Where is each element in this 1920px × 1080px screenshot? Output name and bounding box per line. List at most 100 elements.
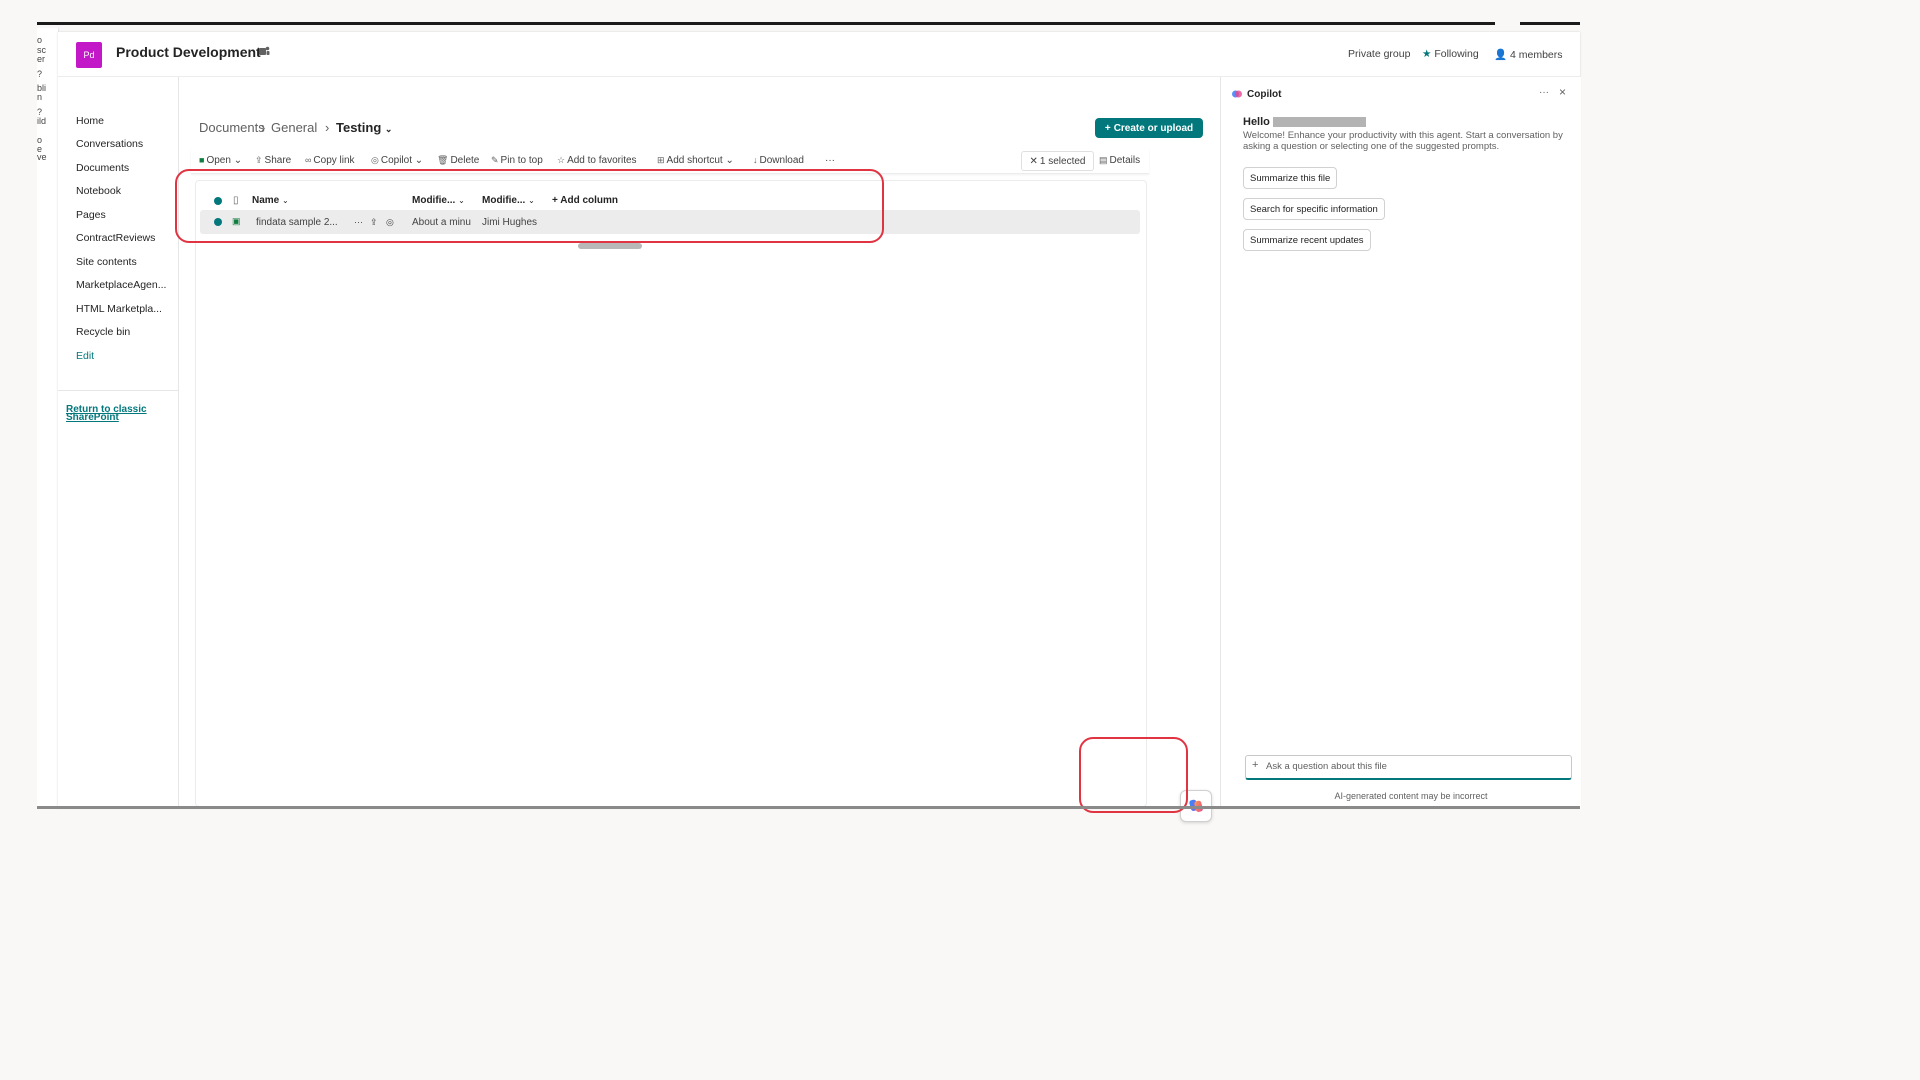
shortcut-icon: ⊞ <box>657 155 665 165</box>
share-label: Share <box>264 155 292 166</box>
nav-item-documents[interactable]: Documents <box>76 162 176 174</box>
nav-item-site-contents[interactable]: Site contents <box>76 256 176 268</box>
add-to-favorites-button[interactable]: ☆ Add to favorites <box>557 155 637 166</box>
copilot-hello: Hello <box>1243 116 1270 128</box>
site-logo[interactable]: Pd <box>76 42 102 68</box>
clipped-text: ve <box>37 152 47 162</box>
highlight-annotation <box>1079 737 1188 813</box>
clipped-text: ? <box>37 69 43 79</box>
ai-disclaimer: AI-generated content may be incorrect <box>1334 791 1488 801</box>
share-icon: ⇪ <box>255 155 263 165</box>
clipped-text: bli <box>37 83 47 93</box>
bottom-border <box>37 806 1580 809</box>
nav-item-pages[interactable]: Pages <box>76 209 176 221</box>
site-title[interactable]: Product Development <box>116 44 261 60</box>
chevron-right-icon: › <box>261 120 266 135</box>
clipped-text: er <box>37 54 46 64</box>
clipped-text: o <box>37 35 43 45</box>
details-button[interactable]: ▤ Details <box>1099 155 1140 166</box>
following-button[interactable]: ★ Following <box>1422 48 1479 60</box>
copilot-more-button[interactable]: ··· <box>1539 87 1549 98</box>
chevron-right-icon: › <box>325 120 330 135</box>
more-commands-button[interactable]: ··· <box>825 155 835 166</box>
highlight-annotation <box>175 169 884 243</box>
add-shortcut-button[interactable]: ⊞ Add shortcut ⌄ <box>657 155 734 166</box>
nav-item-recycle-bin[interactable]: Recycle bin <box>76 326 176 338</box>
file-list: ▯ Name ⌄ Modifie... ⌄ Modifie... ⌄ + Add… <box>195 180 1147 807</box>
copilot-title: Copilot <box>1247 89 1282 100</box>
clipped-text: o <box>37 135 43 145</box>
breadcrumb-current-label: Testing <box>336 120 382 135</box>
copilot-panel: Copilot ··· × Hello Welcome! Enhance you… <box>1220 77 1581 809</box>
document-library: Documents › General › Testing ⌄ + Create… <box>175 77 1219 809</box>
copilot-label: Copilot <box>380 155 412 166</box>
copy-link-label: Copy link <box>313 155 355 166</box>
trash-icon: 🗑 <box>437 155 449 165</box>
prompt-search-info[interactable]: Search for specific information <box>1243 198 1385 220</box>
copilot-command-button[interactable]: ◎ Copilot ⌄ <box>371 155 423 166</box>
selected-count-button[interactable]: ✕ 1 selected <box>1021 151 1094 171</box>
breadcrumb-testing[interactable]: Testing ⌄ <box>336 120 392 135</box>
nav-item-contractreviews[interactable]: ContractReviews <box>76 232 176 244</box>
chevron-down-icon: ⌄ <box>414 155 424 166</box>
delete-button[interactable]: 🗑 Delete <box>437 155 479 166</box>
pin-label: Pin to top <box>500 155 543 166</box>
details-pane-icon: ▤ <box>1099 155 1108 165</box>
plus-icon[interactable]: + <box>1252 759 1258 771</box>
copilot-question-input[interactable] <box>1266 759 1556 773</box>
person-icon: 👤 <box>1494 49 1508 61</box>
selected-count-label: 1 selected <box>1039 155 1086 167</box>
share-button[interactable]: ⇪ Share <box>255 155 291 166</box>
download-button[interactable]: ↓ Download <box>753 155 804 166</box>
download-label: Download <box>759 155 804 166</box>
left-clipped-panel: o sc er ? bli n ? ild o e ve <box>37 28 59 808</box>
star-icon: ★ <box>1422 48 1432 60</box>
pin-to-top-button[interactable]: ✎ Pin to top <box>491 155 543 166</box>
create-or-upload-button[interactable]: + Create or upload <box>1095 118 1203 138</box>
horizontal-scrollbar[interactable] <box>578 243 642 249</box>
chevron-down-icon: ⌄ <box>725 155 734 166</box>
nav-edit-link[interactable]: Edit <box>76 350 176 362</box>
excel-icon: ■ <box>199 155 205 165</box>
clipped-text: ild <box>37 116 47 126</box>
site-header: Pd Product Development Private group ★ F… <box>58 32 1580 77</box>
copilot-question-box: + <box>1245 755 1572 780</box>
left-nav: Home Conversations Documents Notebook Pa… <box>58 77 179 809</box>
nav-item-home[interactable]: Home <box>76 115 176 127</box>
return-to-classic-link[interactable]: Return to classic SharePoint <box>66 405 166 423</box>
prompt-summarize-file[interactable]: Summarize this file <box>1243 167 1338 189</box>
link-icon: ∞ <box>305 155 312 165</box>
nav-divider <box>58 390 178 391</box>
copy-link-button[interactable]: ∞ Copy link <box>305 155 355 166</box>
copilot-welcome-text: Welcome! Enhance your productivity with … <box>1243 130 1563 152</box>
members-button[interactable]: 👤 4 members <box>1494 48 1563 61</box>
prompt-summarize-updates[interactable]: Summarize recent updates <box>1243 229 1371 251</box>
open-button[interactable]: ■ Open ⌄ <box>199 155 242 166</box>
copilot-icon <box>1232 90 1242 98</box>
teams-icon[interactable] <box>258 45 270 57</box>
create-or-upload-label: Create or upload <box>1113 122 1194 134</box>
details-label: Details <box>1109 155 1141 166</box>
clipped-text: n <box>37 92 43 102</box>
download-icon: ↓ <box>753 155 758 165</box>
nav-item-notebook[interactable]: Notebook <box>76 185 176 197</box>
favorites-label: Add to favorites <box>567 155 637 166</box>
chevron-down-icon: ⌄ <box>233 155 243 166</box>
nav-item-conversations[interactable]: Conversations <box>76 138 176 150</box>
delete-label: Delete <box>450 155 480 166</box>
clipped-text: sc <box>37 45 46 55</box>
plus-icon: + <box>1104 122 1111 134</box>
top-border <box>37 22 1495 25</box>
breadcrumb-documents[interactable]: Documents <box>199 120 265 135</box>
top-border-right <box>1520 22 1580 25</box>
copilot-close-button[interactable]: × <box>1559 85 1566 99</box>
close-icon: ✕ <box>1029 155 1038 167</box>
nav-item-html-marketplace[interactable]: HTML Marketpla... <box>76 303 176 315</box>
nav-item-marketplaceagent[interactable]: MarketplaceAgen... <box>76 279 176 291</box>
redacted-user-name <box>1273 117 1366 127</box>
open-label: Open <box>206 155 231 166</box>
breadcrumb-general[interactable]: General <box>271 120 317 135</box>
clipped-text: ? <box>37 107 43 117</box>
shortcut-label: Add shortcut <box>666 155 723 166</box>
sharepoint-window: Pd Product Development Private group ★ F… <box>58 32 1581 822</box>
